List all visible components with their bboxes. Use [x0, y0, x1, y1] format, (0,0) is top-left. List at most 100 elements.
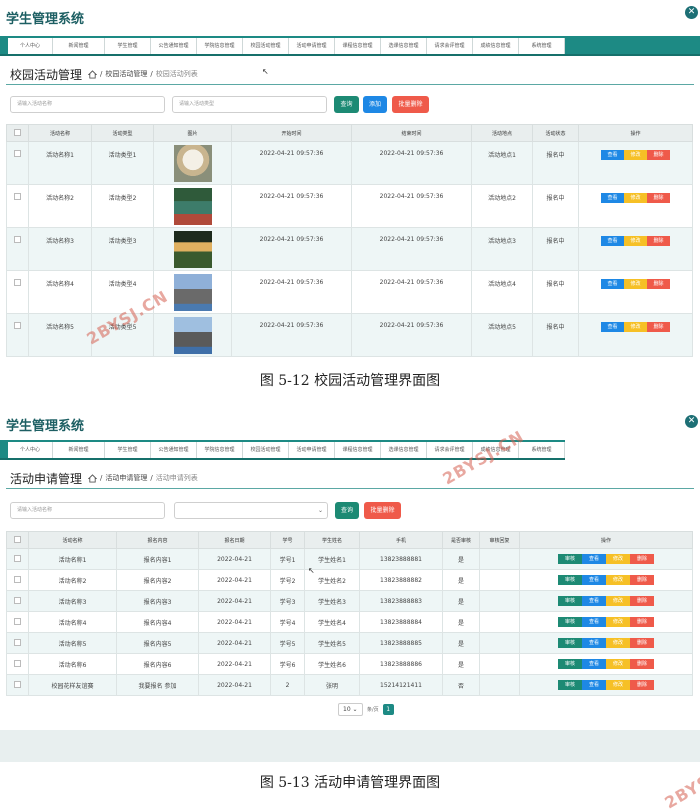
- audit-button[interactable]: 审核: [558, 638, 582, 648]
- col-header[interactable]: 活动名称: [28, 124, 92, 142]
- delete-button[interactable]: 删除: [630, 617, 654, 627]
- nav-item[interactable]: 公告通知管理: [151, 442, 197, 458]
- batch-delete-button[interactable]: 批量删除: [392, 96, 429, 113]
- nav-item[interactable]: 活动申请管理: [289, 38, 335, 54]
- nav-item[interactable]: 学生管理: [105, 442, 151, 458]
- delete-button[interactable]: 删除: [630, 680, 654, 690]
- select-all-checkbox[interactable]: [6, 124, 29, 142]
- nav-item[interactable]: 活动申请管理: [289, 442, 335, 458]
- edit-button[interactable]: 修改: [606, 596, 630, 606]
- view-button[interactable]: 查看: [601, 322, 624, 332]
- nav-item[interactable]: 学生管理: [105, 38, 151, 54]
- view-button[interactable]: 查看: [582, 617, 606, 627]
- row-checkbox[interactable]: [6, 569, 29, 591]
- view-button[interactable]: 查看: [582, 596, 606, 606]
- activity-type-search-input[interactable]: 请输入活动类型: [172, 96, 327, 113]
- col-header[interactable]: 是否审核: [442, 531, 480, 549]
- page-number-button[interactable]: 1: [382, 704, 394, 715]
- row-checkbox[interactable]: [6, 227, 29, 271]
- nav-item[interactable]: 系统管理: [519, 442, 565, 458]
- col-header[interactable]: 活动状态: [532, 124, 579, 142]
- row-checkbox[interactable]: [6, 270, 29, 314]
- row-checkbox[interactable]: [6, 313, 29, 357]
- delete-button[interactable]: 删除: [647, 322, 670, 332]
- delete-button[interactable]: 删除: [630, 596, 654, 606]
- audit-button[interactable]: 审核: [558, 680, 582, 690]
- nav-item[interactable]: 新闻管理: [53, 442, 105, 458]
- col-header[interactable]: 活动地点: [471, 124, 533, 142]
- nav-item[interactable]: 系统管理: [519, 38, 565, 54]
- edit-button[interactable]: 修改: [624, 193, 647, 203]
- audit-button[interactable]: 审核: [558, 617, 582, 627]
- view-button[interactable]: 查看: [582, 554, 606, 564]
- audit-button[interactable]: 审核: [558, 554, 582, 564]
- nav-item[interactable]: 课程信息管理: [335, 442, 381, 458]
- edit-button[interactable]: 修改: [624, 150, 647, 160]
- breadcrumb-level1[interactable]: 活动申请管理: [105, 473, 147, 483]
- edit-button[interactable]: 修改: [606, 554, 630, 564]
- col-header[interactable]: 开始时间: [231, 124, 352, 142]
- home-icon[interactable]: [87, 69, 98, 79]
- activity-name-search-input[interactable]: 请输入活动名称: [10, 502, 165, 519]
- delete-button[interactable]: 删除: [647, 193, 670, 203]
- audit-button[interactable]: 审核: [558, 659, 582, 669]
- delete-button[interactable]: 删除: [630, 659, 654, 669]
- view-button[interactable]: 查看: [582, 659, 606, 669]
- nav-item[interactable]: 校园活动管理: [243, 38, 289, 54]
- close-icon[interactable]: ✕: [685, 6, 698, 19]
- activity-name-search-input[interactable]: 请输入活动名称: [10, 96, 165, 113]
- nav-item[interactable]: 学院信息管理: [197, 38, 243, 54]
- edit-button[interactable]: 修改: [624, 322, 647, 332]
- nav-item[interactable]: 学院信息管理: [197, 442, 243, 458]
- col-header[interactable]: 学号: [270, 531, 305, 549]
- add-button[interactable]: 添加: [363, 96, 387, 113]
- view-button[interactable]: 查看: [582, 638, 606, 648]
- edit-button[interactable]: 修改: [606, 638, 630, 648]
- view-button[interactable]: 查看: [601, 193, 624, 203]
- nav-item[interactable]: 个人中心: [8, 38, 53, 54]
- close-icon[interactable]: ✕: [685, 415, 698, 428]
- col-header[interactable]: 手机: [359, 531, 443, 549]
- delete-button[interactable]: 删除: [647, 279, 670, 289]
- row-checkbox[interactable]: [6, 632, 29, 654]
- edit-button[interactable]: 修改: [624, 279, 647, 289]
- nav-item[interactable]: 个人中心: [8, 442, 53, 458]
- edit-button[interactable]: 修改: [606, 680, 630, 690]
- view-button[interactable]: 查看: [582, 575, 606, 585]
- query-button[interactable]: 查询: [335, 502, 359, 519]
- nav-item[interactable]: 校园活动管理: [243, 442, 289, 458]
- col-header[interactable]: 报名日期: [198, 531, 271, 549]
- delete-button[interactable]: 删除: [630, 638, 654, 648]
- col-header[interactable]: 活动类型: [91, 124, 154, 142]
- row-checkbox[interactable]: [6, 184, 29, 228]
- row-checkbox[interactable]: [6, 674, 29, 696]
- nav-item[interactable]: 新闻管理: [53, 38, 105, 54]
- query-button[interactable]: 查询: [334, 96, 359, 113]
- delete-button[interactable]: 删除: [630, 554, 654, 564]
- breadcrumb-level1[interactable]: 校园活动管理: [105, 69, 147, 79]
- view-button[interactable]: 查看: [582, 680, 606, 690]
- edit-button[interactable]: 修改: [606, 617, 630, 627]
- col-header[interactable]: 学生姓名: [304, 531, 360, 549]
- audit-button[interactable]: 审核: [558, 596, 582, 606]
- audit-button[interactable]: 审核: [558, 575, 582, 585]
- nav-item[interactable]: 选课信息管理: [381, 38, 427, 54]
- delete-button[interactable]: 删除: [630, 575, 654, 585]
- row-checkbox[interactable]: [6, 141, 29, 185]
- view-button[interactable]: 查看: [601, 150, 624, 160]
- page-size-select[interactable]: 10 ⌄: [338, 703, 363, 716]
- view-button[interactable]: 查看: [601, 236, 624, 246]
- batch-delete-button[interactable]: 批量删除: [364, 502, 401, 519]
- nav-item[interactable]: 公告通知管理: [151, 38, 197, 54]
- nav-item[interactable]: 成绩信息管理: [473, 38, 519, 54]
- home-icon[interactable]: [87, 473, 98, 483]
- nav-item[interactable]: 课程信息管理: [335, 38, 381, 54]
- audit-status-select[interactable]: ⌄: [174, 502, 328, 519]
- nav-item[interactable]: 选课信息管理: [381, 442, 427, 458]
- col-header[interactable]: 报名内容: [116, 531, 199, 549]
- col-header[interactable]: 活动名称: [28, 531, 117, 549]
- edit-button[interactable]: 修改: [606, 659, 630, 669]
- select-all-checkbox[interactable]: [6, 531, 29, 549]
- row-checkbox[interactable]: [6, 611, 29, 633]
- row-checkbox[interactable]: [6, 590, 29, 612]
